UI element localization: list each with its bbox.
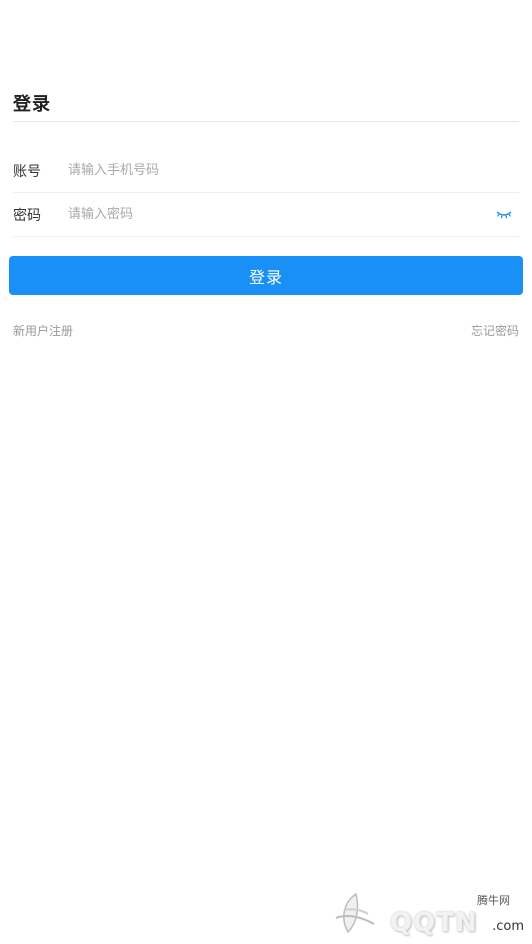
- forgot-password-link[interactable]: 忘记密码: [471, 322, 519, 339]
- password-input[interactable]: [68, 193, 489, 236]
- register-link[interactable]: 新用户注册: [13, 322, 73, 339]
- password-row: 密码: [13, 193, 519, 237]
- password-label: 密码: [13, 207, 41, 224]
- page-title: 登录: [13, 94, 51, 115]
- watermark-logo-icon: [335, 892, 375, 934]
- watermark-brand: QQTN: [390, 908, 478, 938]
- account-label: 账号: [13, 163, 41, 180]
- account-row: 账号: [13, 149, 519, 193]
- watermark-site-name: 腾牛网: [477, 894, 510, 907]
- login-button[interactable]: 登录: [9, 256, 523, 295]
- watermark-domain: .com: [492, 919, 524, 934]
- account-input[interactable]: [68, 149, 519, 192]
- eye-closed-icon[interactable]: [489, 200, 519, 230]
- watermark: 腾牛网 QQTN .com: [318, 888, 528, 942]
- title-divider: [13, 121, 519, 122]
